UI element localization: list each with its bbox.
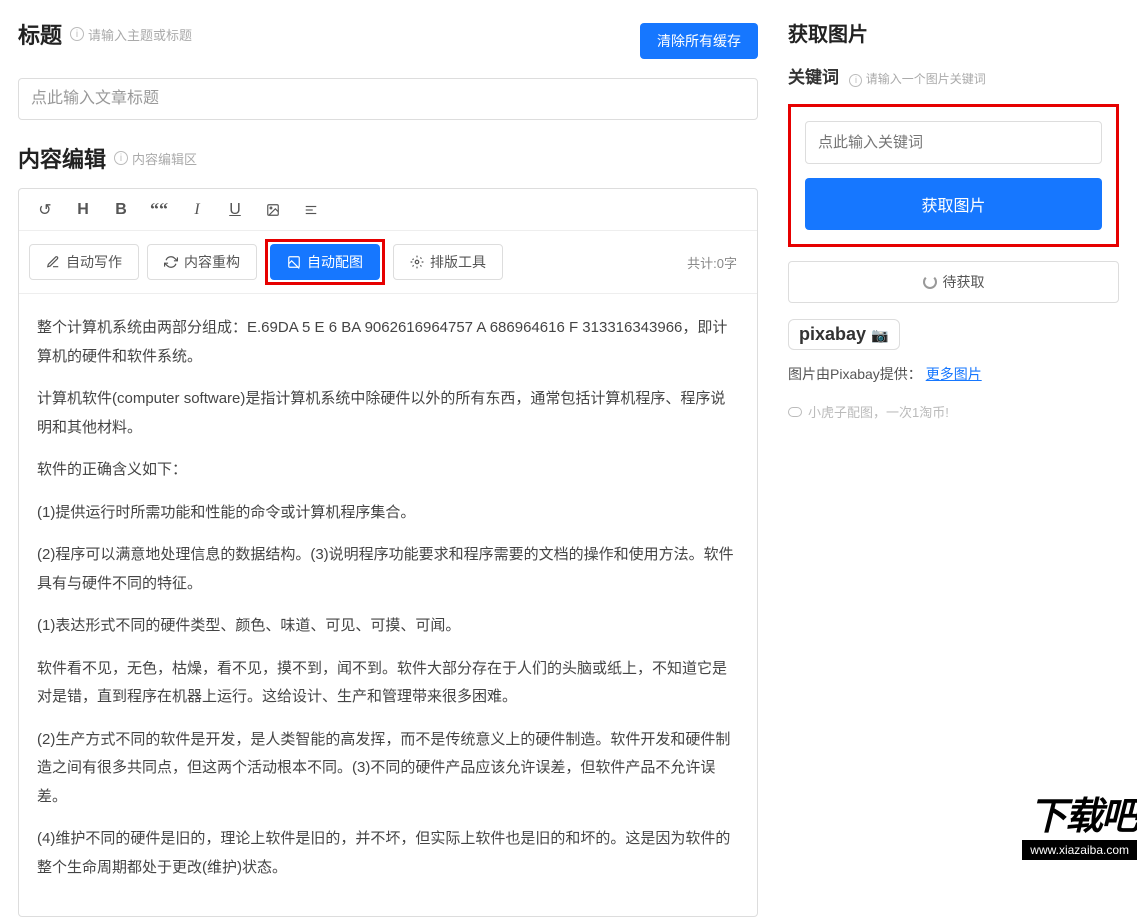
image-icon[interactable] bbox=[263, 199, 283, 220]
auto-image-highlight: 自动配图 bbox=[265, 239, 385, 285]
quote-icon[interactable]: ““ bbox=[149, 199, 169, 220]
watermark-url: www.xiazaiba.com bbox=[1022, 840, 1137, 860]
italic-icon[interactable]: I bbox=[187, 199, 207, 220]
get-image-title: 获取图片 bbox=[788, 18, 1119, 47]
pixabay-badge-wrap: pixabay 📷 bbox=[788, 303, 1119, 350]
footer-note-text: 小虎子配图，一次1淘币! bbox=[808, 402, 949, 421]
content-hint-text: 内容编辑区 bbox=[132, 149, 197, 168]
keyword-highlight-box: 获取图片 bbox=[788, 104, 1119, 247]
title-section-header: 标题 i 请输入主题或标题 bbox=[18, 18, 192, 50]
keyword-hint-text: 请输入一个图片关键词 bbox=[866, 72, 986, 86]
paragraph: (2)程序可以满意地处理信息的数据结构。(3)说明程序功能要求和程序需要的文档的… bbox=[37, 541, 739, 598]
restructure-label: 内容重构 bbox=[184, 252, 240, 272]
title-hint-text: 请输入主题或标题 bbox=[88, 25, 192, 44]
info-icon: i bbox=[849, 74, 862, 87]
pixabay-badge: pixabay 📷 bbox=[788, 319, 900, 350]
article-title-input[interactable] bbox=[18, 78, 758, 120]
auto-image-button[interactable]: 自动配图 bbox=[270, 244, 380, 280]
pending-box[interactable]: 待获取 bbox=[788, 261, 1119, 303]
clear-cache-button[interactable]: 清除所有缓存 bbox=[640, 23, 758, 59]
auto-image-label: 自动配图 bbox=[307, 252, 363, 272]
paragraph: (1)提供运行时所需功能和性能的命令或计算机程序集合。 bbox=[37, 499, 739, 528]
keyword-header: 关键词 i 请输入一个图片关键词 bbox=[788, 63, 1119, 88]
pixabay-label: pixabay bbox=[799, 324, 866, 344]
action-toolbar: 自动写作 内容重构 自动配图 排版工具 共计:0字 bbox=[19, 231, 757, 294]
title-label: 标题 bbox=[18, 18, 62, 50]
keyword-label: 关键词 bbox=[788, 68, 839, 87]
get-image-button[interactable]: 获取图片 bbox=[805, 178, 1102, 230]
keyword-input[interactable] bbox=[805, 121, 1102, 164]
underline-icon[interactable]: U bbox=[225, 199, 245, 220]
content-label: 内容编辑 bbox=[18, 142, 106, 174]
editor-toolbar: ↺ H B ““ I U bbox=[19, 189, 757, 231]
paragraph: 软件的正确含义如下： bbox=[37, 456, 739, 485]
spinner-icon bbox=[923, 275, 937, 289]
paragraph: 整个计算机系统由两部分组成：E.69DA 5 E 6 BA 9062616964… bbox=[37, 314, 739, 371]
camera-icon: 📷 bbox=[871, 327, 888, 343]
paragraph: (2)生产方式不同的软件是开发，是人类智能的高发挥，而不是传统意义上的硬件制造。… bbox=[37, 726, 739, 812]
bold-icon[interactable]: B bbox=[111, 199, 131, 220]
content-editor-box: ↺ H B ““ I U 自动写作 内容重构 bbox=[18, 188, 758, 917]
align-icon[interactable] bbox=[301, 199, 321, 220]
paragraph: 软件看不见，无色，枯燥，看不见，摸不到，闻不到。软件大部分存在于人们的头脑或纸上… bbox=[37, 655, 739, 712]
pending-text: 待获取 bbox=[943, 272, 985, 292]
get-image-section: 获取图片 bbox=[788, 18, 1119, 47]
provided-prefix: 图片由Pixabay提供： bbox=[788, 366, 922, 382]
title-header-row: 标题 i 请输入主题或标题 清除所有缓存 bbox=[18, 18, 758, 64]
paragraph: (4)维护不同的硬件是旧的，理论上软件是旧的，并不坏，但实际上软件也是旧的和坏的… bbox=[37, 825, 739, 882]
paragraph: (1)表达形式不同的硬件类型、颜色、味道、可见、可摸、可闻。 bbox=[37, 612, 739, 641]
info-icon: i bbox=[70, 27, 84, 41]
heading-icon[interactable]: H bbox=[73, 199, 93, 220]
layout-tool-button[interactable]: 排版工具 bbox=[393, 244, 503, 280]
title-hint: i 请输入主题或标题 bbox=[70, 25, 192, 44]
auto-write-label: 自动写作 bbox=[66, 252, 122, 272]
cloud-icon bbox=[788, 407, 802, 417]
watermark-logo: 下载吧 bbox=[1022, 785, 1137, 840]
provided-by-text: 图片由Pixabay提供： 更多图片 bbox=[788, 364, 1119, 384]
content-section-header: 内容编辑 i 内容编辑区 bbox=[18, 142, 758, 174]
footer-note: 小虎子配图，一次1淘币! bbox=[788, 402, 1119, 421]
main-column: 标题 i 请输入主题或标题 清除所有缓存 内容编辑 i 内容编辑区 ↺ H B … bbox=[0, 0, 770, 860]
watermark: 下载吧 www.xiazaiba.com bbox=[1022, 785, 1137, 860]
side-column: 获取图片 关键词 i 请输入一个图片关键词 获取图片 待获取 pixabay 📷… bbox=[770, 0, 1137, 860]
word-count: 共计:0字 bbox=[687, 253, 747, 272]
paragraph: 计算机软件(computer software)是指计算机系统中除硬件以外的所有… bbox=[37, 385, 739, 442]
layout-tool-label: 排版工具 bbox=[430, 252, 486, 272]
auto-write-button[interactable]: 自动写作 bbox=[29, 244, 139, 280]
restructure-button[interactable]: 内容重构 bbox=[147, 244, 257, 280]
content-hint: i 内容编辑区 bbox=[114, 149, 197, 168]
keyword-hint: i 请输入一个图片关键词 bbox=[849, 72, 985, 86]
undo-icon[interactable]: ↺ bbox=[35, 199, 55, 220]
more-images-link[interactable]: 更多图片 bbox=[926, 366, 982, 382]
editor-body[interactable]: 整个计算机系统由两部分组成：E.69DA 5 E 6 BA 9062616964… bbox=[19, 294, 757, 916]
info-icon: i bbox=[114, 151, 128, 165]
